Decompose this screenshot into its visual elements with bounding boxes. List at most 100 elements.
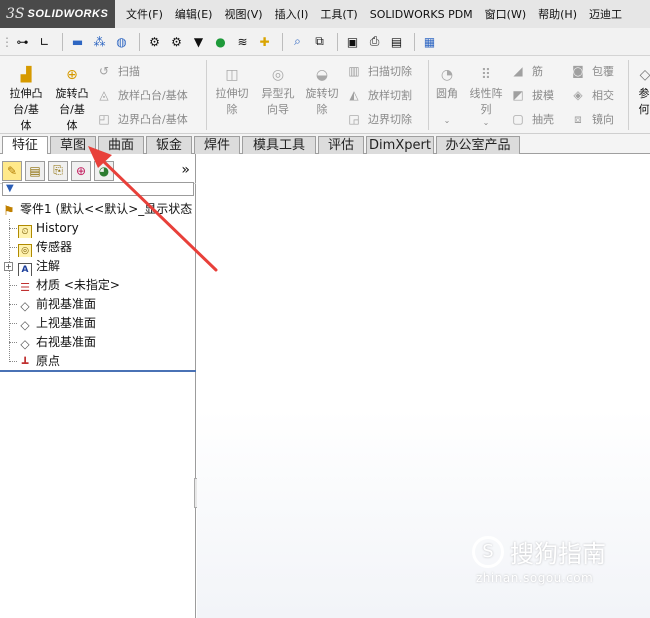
history-icon: ⏲ (18, 225, 32, 238)
shortcut-icon[interactable]: ⊶ (13, 33, 32, 51)
reference-geometry-label: 参 何 (638, 87, 650, 116)
options-gear-icon[interactable]: ⚙ (167, 33, 186, 51)
revolve-cut-icon: ◒ (315, 67, 329, 83)
swept-cut-button[interactable]: ▥ 扫描切除 (346, 60, 412, 82)
tab-evaluate[interactable]: 评估 (318, 136, 364, 154)
cup-icon[interactable]: ▼ (189, 33, 208, 51)
extrude-boss-label: 拉伸凸 台/基 体 (9, 87, 43, 132)
menu-view[interactable]: 视图(V) (218, 6, 268, 22)
wrap-button[interactable]: ◙ 包覆 (570, 60, 614, 82)
save-icon[interactable]: ▣ (343, 33, 362, 51)
tab-mold-tools[interactable]: 模具工具 (242, 136, 316, 154)
tab-office-products[interactable]: 办公室产品 (436, 136, 520, 154)
print-icon[interactable]: ⎙ (365, 33, 384, 51)
fillet-dropdown-icon[interactable]: ⌄ (432, 114, 462, 128)
spring-icon[interactable]: ≋ (233, 33, 252, 51)
tree-item-annotations[interactable]: + A 注解 (0, 257, 196, 276)
property-manager-tab-icon[interactable]: ▤ (25, 160, 45, 181)
feature-tree: ⚑ 零件1 (默认<<默认>_显示状态 ⏲ History ◎ 传感器 + A 注解 ☰… (0, 200, 196, 371)
tree-item-top-plane[interactable]: ◇ 上视基准面 (0, 314, 196, 333)
tree-item-origin[interactable]: ┻ 原点 (0, 352, 196, 371)
menu-file[interactable]: 文件(F) (120, 6, 169, 22)
right-plane-label: 右视基准面 (36, 335, 97, 349)
shell-button[interactable]: ▢ 抽壳 (510, 108, 554, 130)
tab-sheet-metal[interactable]: 钣金 (146, 136, 192, 154)
tab-sketch[interactable]: 草图 (50, 136, 96, 154)
feature-manager-panel: ✎ ▤ ⎘ ⊕ ◕ » ▼ ⚑ 零件1 (默认<<默认>_显示状态 ⏲ Histor… (0, 154, 196, 618)
binoculars-icon[interactable]: ⧉ (310, 33, 329, 51)
app-name: SOLIDWORKS (27, 8, 109, 20)
origin-label: 原点 (36, 354, 61, 368)
menu-bar: 3S SOLIDWORKS 文件(F) 编辑(E) 视图(V) 插入(I) 工具… (0, 0, 650, 28)
cross-part-icon[interactable]: ✚ (255, 33, 274, 51)
extrude-boss-button[interactable]: ▟ 拉伸凸 台/基 体 (4, 62, 48, 134)
rollback-bar[interactable] (0, 370, 196, 372)
shell-label: 抽壳 (532, 113, 554, 126)
toolbar-grip-icon[interactable]: ⋮ (1, 33, 13, 51)
tab-features[interactable]: 特征 (2, 136, 48, 155)
lofted-cut-button[interactable]: ◭ 放样切割 (346, 84, 412, 106)
tree-part-root[interactable]: ⚑ 零件1 (默认<<默认>_显示状态 (0, 200, 196, 219)
tree-item-front-plane[interactable]: ◇ 前视基准面 (0, 295, 196, 314)
swept-cut-label: 扫描切除 (368, 65, 412, 78)
rib-icon: ◢ (513, 64, 523, 78)
sweep-icon: ↺ (98, 64, 110, 78)
rebuild-icon[interactable]: ▦ (420, 33, 439, 51)
display-manager-tab-icon[interactable]: ◕ (94, 160, 114, 181)
fillet-button[interactable]: ◔ 圆角 ⌄ (432, 62, 462, 128)
new-document-icon[interactable]: ▤ (387, 33, 406, 51)
shell-icon: ▢ (512, 112, 524, 126)
revolve-boss-button[interactable]: ⊕ 旋转凸 台/基 体 (50, 62, 94, 134)
configuration-manager-tab-icon[interactable]: ⎘ (48, 160, 68, 181)
main-menu: 文件(F) 编辑(E) 视图(V) 插入(I) 工具(T) SOLIDWORKS… (120, 0, 628, 28)
dimxpert-manager-tab-icon[interactable]: ⊕ (71, 160, 91, 181)
menu-tools[interactable]: 工具(T) (314, 6, 363, 22)
draft-icon: ◩ (512, 88, 524, 102)
assembly-icon[interactable]: ⁂ (90, 33, 109, 51)
tab-weldments[interactable]: 焊件 (194, 136, 240, 154)
menu-maidi[interactable]: 迈迪工 (583, 6, 628, 22)
monitor-icon[interactable]: ▬ (68, 33, 87, 51)
revolve-boss-label: 旋转凸 台/基 体 (55, 87, 89, 132)
menu-pdm[interactable]: SOLIDWORKS PDM (364, 8, 479, 21)
sweep-button[interactable]: ↺ 扫描 (96, 60, 140, 82)
loft-button[interactable]: ◬ 放样凸台/基体 (96, 84, 187, 106)
sketch-corner-icon[interactable]: ∟ (35, 33, 54, 51)
mirror-icon: ⧈ (574, 111, 582, 126)
lofted-cut-label: 放样切割 (368, 89, 412, 102)
reference-geometry-button[interactable]: ◇ 参 何 (632, 62, 650, 118)
draft-button[interactable]: ◩ 拔模 (510, 84, 554, 106)
menu-help[interactable]: 帮助(H) (532, 6, 583, 22)
menu-insert[interactable]: 插入(I) (269, 6, 315, 22)
menu-edit[interactable]: 编辑(E) (169, 6, 219, 22)
tree-item-history[interactable]: ⏲ History (0, 219, 196, 238)
linear-pattern-button[interactable]: ⠿ 线性阵 列 ⌄ (466, 62, 506, 128)
tab-surfaces[interactable]: 曲面 (98, 136, 144, 154)
mirror-button[interactable]: ⧈ 镜向 (570, 108, 614, 130)
menu-window[interactable]: 窗口(W) (479, 6, 532, 22)
settings-gear-icon[interactable]: ⚙ (145, 33, 164, 51)
revolve-cut-button[interactable]: ◒ 旋转切 除 (300, 62, 344, 118)
wrap-label: 包覆 (592, 65, 614, 78)
search-icon[interactable]: ⌕ (288, 33, 307, 51)
solidworks-logo[interactable]: 3S SOLIDWORKS (0, 0, 115, 28)
sogou-logo-icon: S (472, 535, 504, 568)
boundary-boss-label: 边界凸台/基体 (118, 113, 188, 126)
pattern-dropdown-icon[interactable]: ⌄ (466, 118, 506, 128)
globe-icon[interactable]: ◍ (112, 33, 131, 51)
rib-button[interactable]: ◢ 筋 (510, 60, 543, 82)
intersect-button[interactable]: ◈ 相交 (570, 84, 614, 106)
tree-filter-icon[interactable]: ▼ (2, 182, 194, 196)
tab-dimxpert[interactable]: DimXpert (366, 136, 434, 154)
tree-item-right-plane[interactable]: ◇ 右视基准面 (0, 333, 196, 352)
tree-item-sensors[interactable]: ◎ 传感器 (0, 238, 196, 257)
expand-annotations-icon[interactable]: + (4, 262, 13, 271)
hole-wizard-button[interactable]: ◎ 异型孔 向导 (256, 62, 300, 118)
green-marker-icon[interactable]: ● (211, 33, 230, 51)
boundary-cut-button[interactable]: ◲ 边界切除 (346, 108, 412, 130)
tree-item-material[interactable]: ☰ 材质 <未指定> (0, 276, 196, 295)
feature-manager-tab-icon[interactable]: ✎ (2, 160, 22, 181)
boundary-boss-button[interactable]: ◰ 边界凸台/基体 (96, 108, 188, 130)
panel-expand-chevron-icon[interactable]: » (181, 162, 190, 178)
extrude-cut-button[interactable]: ◫ 拉伸切 除 (210, 62, 254, 118)
